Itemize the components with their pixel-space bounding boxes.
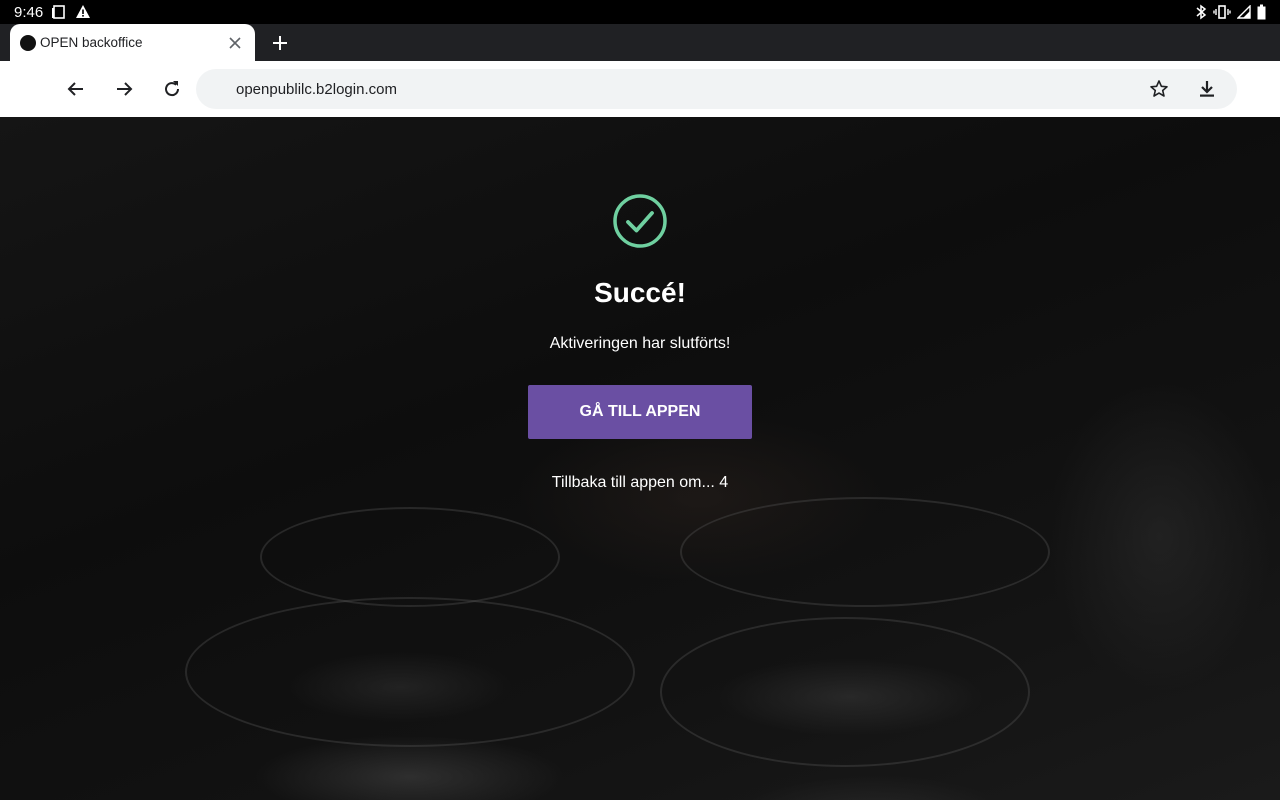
browser-tab[interactable]: OPEN backoffice (10, 24, 255, 61)
success-panel: Succé! Aktiveringen har slutförts! GÅ TI… (0, 117, 1280, 492)
status-bar: 9:46 (0, 0, 1280, 24)
address-bar[interactable]: openpublilc.b2login.com (196, 69, 1237, 109)
success-message: Aktiveringen har slutförts! (549, 335, 731, 352)
reload-button[interactable] (160, 77, 184, 101)
favicon-icon (20, 34, 36, 51)
reload-icon (165, 81, 180, 97)
tab-strip: OPEN backoffice (0, 24, 1280, 61)
signal-icon (1237, 5, 1251, 19)
background-plate (660, 617, 1030, 767)
back-button[interactable] (64, 77, 88, 101)
background-plate (260, 507, 560, 607)
vibrate-icon (1213, 4, 1231, 20)
download-icon[interactable] (1195, 77, 1219, 101)
star-icon[interactable] (1147, 77, 1171, 101)
page-background: Succé! Aktiveringen har slutförts! GÅ TI… (0, 117, 1280, 800)
screenshot-icon (51, 4, 67, 20)
url-text[interactable]: openpublilc.b2login.com (236, 81, 397, 98)
countdown-text: Tillbaka till appen om... 4 (551, 474, 729, 491)
arrow-right-icon (117, 82, 133, 96)
background-plate (680, 497, 1050, 607)
tab-title: OPEN backoffice (40, 35, 143, 50)
warning-icon (75, 4, 91, 20)
forward-button[interactable] (112, 77, 136, 101)
check-circle-icon (613, 194, 667, 248)
page-title: Succé! (594, 277, 686, 308)
go-to-app-button[interactable]: GÅ TILL APPEN (528, 385, 752, 439)
status-time: 9:46 (14, 3, 44, 21)
browser-toolbar: openpublilc.b2login.com (0, 61, 1280, 117)
battery-icon (1257, 4, 1266, 20)
bluetooth-icon (1195, 4, 1207, 20)
background-plate (185, 597, 635, 747)
close-tab-icon[interactable] (225, 33, 245, 53)
arrow-left-icon (67, 82, 83, 96)
new-tab-button[interactable] (268, 31, 292, 55)
